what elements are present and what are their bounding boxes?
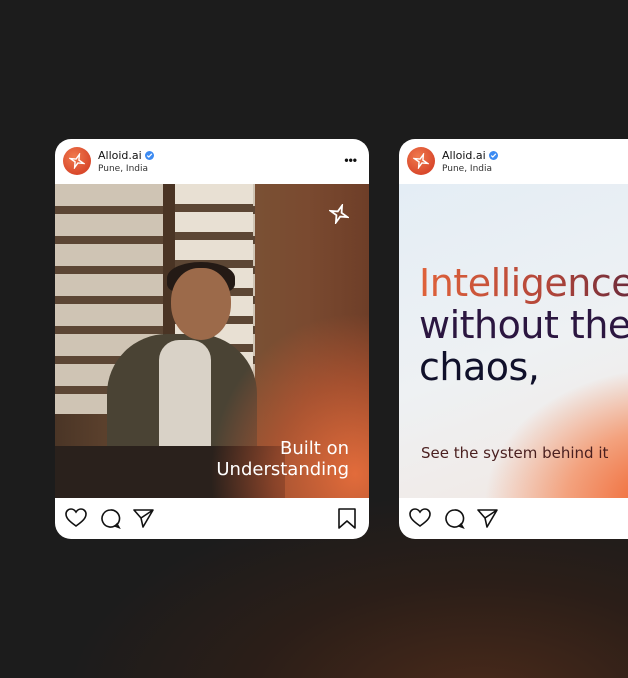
headline: Intelligence without the chaos,	[419, 262, 628, 388]
post-card: Alloid.ai Pune, India Intelligence witho…	[399, 139, 628, 539]
avatar[interactable]	[407, 147, 435, 175]
post-image: Intelligence without the chaos, See the …	[399, 184, 628, 498]
caption-line: Built on	[280, 438, 349, 459]
username[interactable]: Alloid.ai	[98, 149, 142, 162]
share-icon[interactable]	[133, 508, 154, 528]
location: Pune, India	[442, 164, 493, 174]
image-caption: Built on Understanding	[216, 438, 349, 480]
location: Pune, India	[98, 164, 149, 174]
avatar[interactable]	[63, 147, 91, 175]
alloid-logo-icon	[329, 204, 349, 224]
post-header: Alloid.ai Pune, India	[399, 139, 628, 184]
verified-badge-icon	[489, 151, 498, 160]
bookmark-icon[interactable]	[338, 508, 356, 529]
post-actions	[399, 498, 628, 539]
heart-icon[interactable]	[65, 508, 87, 528]
more-options-icon[interactable]: •••	[344, 153, 357, 167]
post-actions	[55, 498, 369, 539]
post-image: Built on Understanding	[55, 184, 369, 498]
alloid-logo-icon	[69, 153, 85, 169]
heart-icon[interactable]	[409, 508, 431, 528]
headline-line: chaos,	[419, 345, 540, 389]
post-card: Alloid.ai Pune, India ••• Built on Under…	[55, 139, 369, 539]
comment-icon[interactable]	[444, 508, 465, 529]
subtext: See the system behind it	[421, 444, 609, 462]
headline-line: without the	[419, 303, 628, 347]
alloid-logo-icon	[413, 153, 429, 169]
share-icon[interactable]	[477, 508, 498, 528]
comment-icon[interactable]	[100, 508, 121, 529]
username[interactable]: Alloid.ai	[442, 149, 486, 162]
post-header: Alloid.ai Pune, India •••	[55, 139, 369, 184]
verified-badge-icon	[145, 151, 154, 160]
caption-line: Understanding	[216, 459, 349, 480]
headline-line: Intelligence	[419, 262, 628, 304]
